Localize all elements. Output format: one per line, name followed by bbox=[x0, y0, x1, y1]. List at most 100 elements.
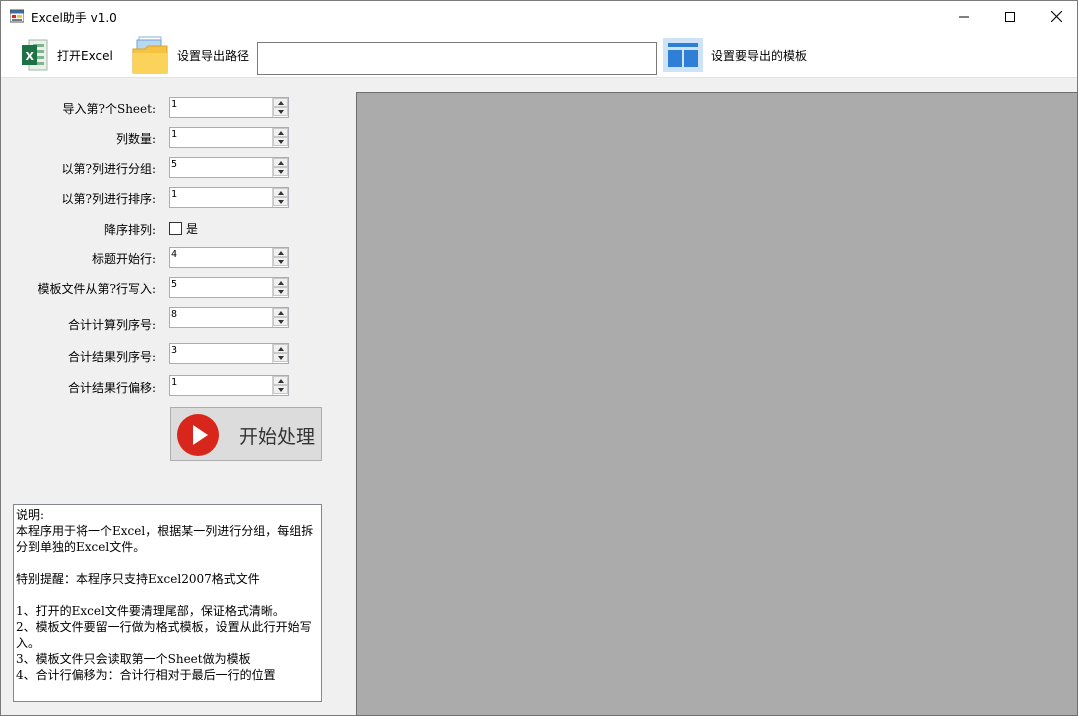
window-title: Excel助手 v1.0 bbox=[31, 11, 117, 25]
template-icon bbox=[663, 38, 703, 72]
spin-up-button[interactable] bbox=[273, 308, 288, 317]
descending-label: 降序排列: bbox=[103, 223, 156, 237]
sheet-index-row: 导入第?个Sheet: 1 bbox=[1, 97, 301, 119]
header-start-row-spinner[interactable]: 4 bbox=[169, 247, 289, 268]
descending-checkbox[interactable] bbox=[169, 222, 182, 235]
folder-icon bbox=[132, 36, 168, 74]
spin-buttons bbox=[272, 98, 288, 117]
spin-down-button[interactable] bbox=[273, 137, 288, 146]
arrow-down-icon bbox=[278, 290, 284, 294]
sheet-index-value[interactable]: 1 bbox=[171, 99, 177, 110]
arrow-up-icon bbox=[278, 251, 284, 255]
sort-column-value[interactable]: 1 bbox=[171, 189, 177, 200]
spin-buttons bbox=[272, 344, 288, 363]
spin-down-button[interactable] bbox=[273, 107, 288, 116]
arrow-down-icon bbox=[278, 200, 284, 204]
spin-up-button[interactable] bbox=[273, 128, 288, 137]
set-template-label: 设置要导出的模板 bbox=[711, 48, 808, 63]
sum-result-column-value[interactable]: 3 bbox=[171, 345, 177, 356]
spin-down-button[interactable] bbox=[273, 167, 288, 176]
group-column-row: 以第?列进行分组: 5 bbox=[1, 157, 301, 179]
spin-down-button[interactable] bbox=[273, 385, 288, 394]
maximize-icon bbox=[1005, 11, 1015, 22]
set-export-path-button[interactable]: 设置导出路径 bbox=[131, 32, 249, 78]
arrow-up-icon bbox=[278, 101, 284, 105]
sum-calc-column-spinner[interactable]: 8 bbox=[169, 307, 289, 328]
spin-up-button[interactable] bbox=[273, 376, 288, 385]
preview-panel bbox=[356, 92, 1078, 716]
column-count-value[interactable]: 1 bbox=[171, 129, 177, 140]
descending-row: 降序排列: 是 bbox=[1, 218, 301, 240]
sum-result-row-offset-value[interactable]: 1 bbox=[171, 377, 177, 388]
template-write-row-row: 模板文件从第?行写入: 5 bbox=[1, 277, 301, 299]
spin-down-button[interactable] bbox=[273, 257, 288, 266]
instructions-textbox[interactable]: 说明: 本程序用于将一个Excel，根据某一列进行分组，每组拆分到单独的Exce… bbox=[13, 504, 322, 702]
start-process-button[interactable]: 开始处理 bbox=[170, 407, 322, 461]
app-icon bbox=[10, 9, 24, 23]
template-write-row-value[interactable]: 5 bbox=[171, 279, 177, 290]
close-icon bbox=[1050, 11, 1062, 22]
arrow-down-icon bbox=[278, 320, 284, 324]
sum-calc-column-row: 合计计算列序号: 8 bbox=[1, 307, 301, 332]
template-write-row-spinner[interactable]: 5 bbox=[169, 277, 289, 298]
minimize-button[interactable] bbox=[941, 1, 987, 32]
sort-column-spinner[interactable]: 1 bbox=[169, 187, 289, 208]
sum-calc-column-label: 合计计算列序号: bbox=[67, 318, 156, 332]
spin-up-button[interactable] bbox=[273, 248, 288, 257]
arrow-up-icon bbox=[278, 281, 284, 285]
arrow-down-icon bbox=[278, 388, 284, 392]
close-button[interactable] bbox=[1033, 1, 1078, 32]
app-window: Excel助手 v1.0 X 打开Excel 设置导出路径 设置要导出的模板 导… bbox=[0, 0, 1078, 716]
minimize-icon bbox=[959, 16, 969, 17]
sum-result-row-offset-label: 合计结果行偏移: bbox=[67, 381, 156, 395]
arrow-up-icon bbox=[278, 311, 284, 315]
group-column-value[interactable]: 5 bbox=[171, 159, 177, 170]
arrow-down-icon bbox=[278, 356, 284, 360]
spin-down-button[interactable] bbox=[273, 287, 288, 296]
spin-buttons bbox=[272, 278, 288, 297]
column-count-row: 列数量: 1 bbox=[1, 127, 301, 149]
column-count-spinner[interactable]: 1 bbox=[169, 127, 289, 148]
play-icon bbox=[177, 414, 219, 456]
sum-result-row-offset-row: 合计结果行偏移: 1 bbox=[1, 375, 301, 397]
arrow-up-icon bbox=[278, 161, 284, 165]
arrow-down-icon bbox=[278, 260, 284, 264]
spin-buttons bbox=[272, 188, 288, 207]
set-template-button[interactable]: 设置要导出的模板 bbox=[663, 32, 807, 78]
svg-text:X: X bbox=[26, 50, 35, 63]
group-column-label: 以第?列进行分组: bbox=[61, 162, 156, 176]
toolbar: X 打开Excel 设置导出路径 设置要导出的模板 bbox=[1, 32, 1077, 78]
column-count-label: 列数量: bbox=[115, 132, 156, 146]
arrow-down-icon bbox=[278, 140, 284, 144]
maximize-button[interactable] bbox=[987, 1, 1033, 32]
spin-buttons bbox=[272, 158, 288, 177]
spin-up-button[interactable] bbox=[273, 344, 288, 353]
sort-column-label: 以第?列进行排序: bbox=[61, 192, 156, 206]
spin-buttons bbox=[272, 128, 288, 147]
spin-down-button[interactable] bbox=[273, 197, 288, 206]
sum-result-column-label: 合计结果列序号: bbox=[67, 350, 156, 364]
sum-result-column-spinner[interactable]: 3 bbox=[169, 343, 289, 364]
sort-column-row: 以第?列进行排序: 1 bbox=[1, 187, 301, 209]
spin-down-button[interactable] bbox=[273, 353, 288, 362]
export-path-input[interactable] bbox=[257, 42, 657, 75]
sum-calc-column-value[interactable]: 8 bbox=[171, 309, 177, 320]
arrow-up-icon bbox=[278, 347, 284, 351]
spin-up-button[interactable] bbox=[273, 158, 288, 167]
header-start-row-label: 标题开始行: bbox=[91, 252, 156, 266]
arrow-down-icon bbox=[278, 110, 284, 114]
open-excel-label: 打开Excel bbox=[57, 48, 113, 63]
open-excel-button[interactable]: X 打开Excel bbox=[21, 32, 113, 78]
spin-up-button[interactable] bbox=[273, 98, 288, 107]
spin-up-button[interactable] bbox=[273, 278, 288, 287]
sheet-index-spinner[interactable]: 1 bbox=[169, 97, 289, 118]
group-column-spinner[interactable]: 5 bbox=[169, 157, 289, 178]
header-start-row-value[interactable]: 4 bbox=[171, 249, 177, 260]
sum-result-row-offset-spinner[interactable]: 1 bbox=[169, 375, 289, 396]
excel-icon: X bbox=[22, 39, 48, 71]
spin-up-button[interactable] bbox=[273, 188, 288, 197]
spin-down-button[interactable] bbox=[273, 317, 288, 326]
template-write-row-label: 模板文件从第?行写入: bbox=[37, 282, 156, 296]
arrow-up-icon bbox=[278, 131, 284, 135]
descending-checkbox-label[interactable]: 是 bbox=[186, 220, 198, 237]
